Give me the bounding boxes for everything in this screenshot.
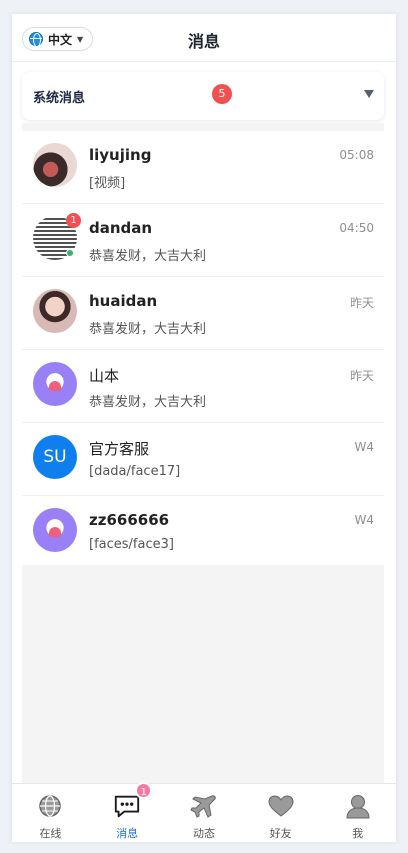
app-frame: 中文 ▼ 消息 系统消息 5 liyujing 05:08 [视频] 1 dan…: [12, 14, 396, 842]
heart-icon: [49, 381, 61, 391]
avatar: [33, 289, 77, 333]
avatar-initials: SU: [33, 435, 77, 479]
conversation-name: dandan: [89, 219, 153, 237]
system-messages-bar[interactable]: 系统消息 5: [22, 72, 384, 120]
dropdown-arrow-icon[interactable]: [364, 90, 374, 98]
caret-down-icon: ▼: [77, 34, 84, 44]
header: 中文 ▼ 消息: [12, 14, 396, 62]
globe-icon: [36, 793, 64, 819]
heart-icon: [49, 527, 61, 537]
conversation-time: 04:50: [339, 221, 374, 235]
user-icon: [344, 793, 372, 819]
conversation-name: 官方客服: [89, 440, 150, 458]
conversation-row[interactable]: huaidan 昨天 恭喜发财，大吉大利: [22, 277, 384, 350]
tab-label: 动态: [192, 827, 215, 840]
conversation-message: [视频]: [89, 176, 126, 191]
bottom-tab-bar: 在线 1 消息 动态 好友 我: [12, 782, 396, 842]
divider: [22, 123, 384, 131]
system-messages-badge: 5: [212, 84, 232, 104]
conversation-row[interactable]: 1 dandan 04:50 恭喜发财，大吉大利: [22, 204, 384, 277]
tab-friends[interactable]: 好友: [242, 784, 319, 842]
heart-icon: [267, 793, 295, 819]
unread-badge: 1: [66, 213, 81, 228]
conversation-message: 恭喜发财，大吉大利: [89, 322, 207, 337]
tab-me[interactable]: 我: [319, 784, 396, 842]
conversation-list: liyujing 05:08 [视频] 1 dandan 04:50 恭喜发财，…: [22, 131, 384, 569]
airplane-icon: [190, 793, 218, 819]
system-messages-label: 系统消息: [33, 91, 86, 106]
conversation-name: liyujing: [89, 146, 152, 164]
tab-messages[interactable]: 1 消息: [89, 782, 166, 842]
language-label: 中文: [48, 32, 73, 47]
tab-label: 我: [352, 827, 364, 840]
conversation-time: W4: [354, 513, 375, 527]
online-status-icon: [66, 249, 74, 257]
tab-badge: 1: [135, 782, 153, 799]
empty-area: [22, 565, 384, 783]
conversation-message: 恭喜发财，大吉大利: [89, 249, 207, 264]
tab-label: 在线: [39, 827, 62, 840]
conversation-time: 昨天: [349, 296, 374, 310]
conversation-row[interactable]: SU 官方客服 W4 [dada/face17]: [22, 423, 384, 496]
conversation-row[interactable]: liyujing 05:08 [视频]: [22, 131, 384, 204]
avatar: SU: [33, 435, 77, 479]
avatar: [33, 143, 77, 187]
language-selector[interactable]: 中文 ▼: [22, 27, 94, 51]
conversation-time: W4: [354, 440, 375, 454]
conversation-name: zz666666: [89, 511, 170, 529]
avatar: [33, 508, 77, 552]
conversation-name: 山本: [89, 367, 120, 385]
tab-moments[interactable]: 动态: [166, 784, 243, 842]
conversation-time: 05:08: [339, 148, 374, 162]
conversation-message: 恭喜发财，大吉大利: [89, 395, 207, 410]
conversation-row[interactable]: zz666666 W4 [faces/face3]: [22, 496, 384, 569]
tab-online[interactable]: 在线: [12, 784, 89, 842]
tab-label: 好友: [269, 827, 292, 840]
avatar: 1: [33, 213, 81, 260]
conversation-message: [dada/face17]: [89, 464, 181, 479]
conversation-name: huaidan: [89, 292, 158, 310]
tab-label: 消息: [116, 827, 139, 840]
conversation-message: [faces/face3]: [89, 537, 174, 552]
conversation-row[interactable]: 山本 昨天 恭喜发财，大吉大利: [22, 350, 384, 423]
conversation-time: 昨天: [349, 369, 374, 383]
globe-icon: [29, 32, 43, 47]
avatar: [33, 362, 77, 406]
